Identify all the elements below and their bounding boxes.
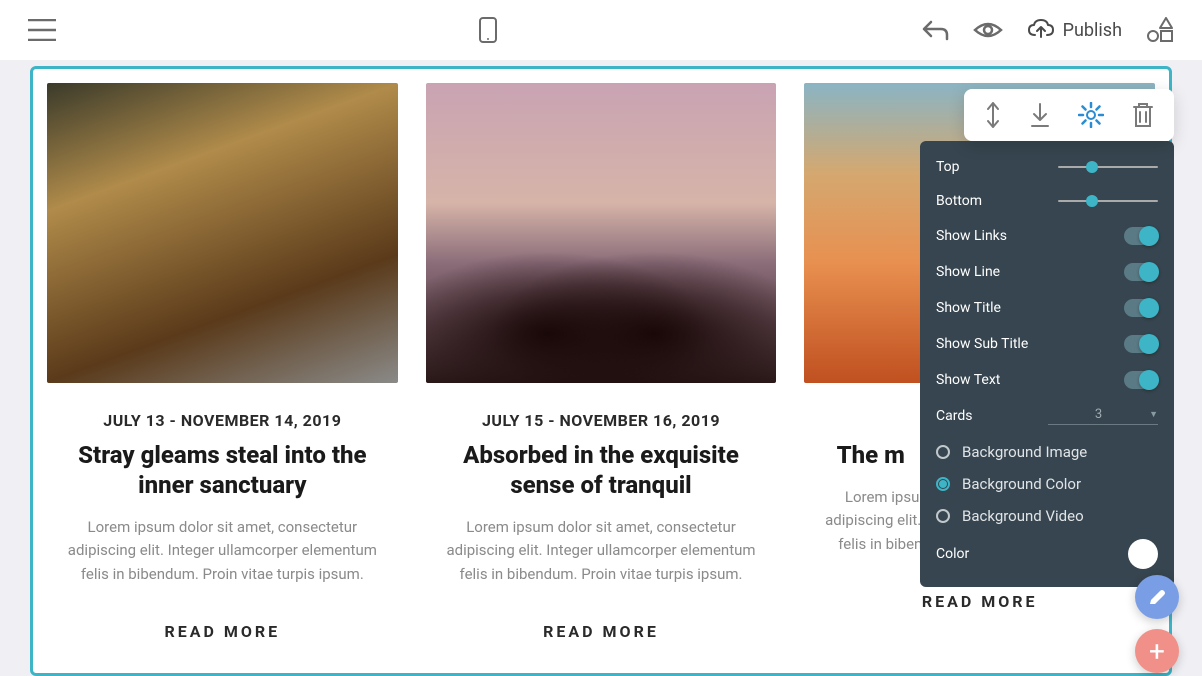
hamburger-icon[interactable] [28,19,56,41]
show-links-toggle[interactable] [1124,227,1158,245]
section-toolbar [964,89,1174,141]
toggle-label: Show Line [936,264,1000,280]
bg-image-radio[interactable]: Background Image [936,443,1158,461]
edit-fab[interactable] [1135,575,1179,619]
bg-video-radio[interactable]: Background Video [936,507,1158,525]
read-more-link[interactable]: READ MORE [57,622,388,641]
card-title: Absorbed in the exquisite sense of tranq… [436,440,767,500]
bottom-spacing-label: Bottom [936,193,982,209]
top-spacing-slider[interactable] [1058,166,1158,168]
show-title-toggle[interactable] [1124,299,1158,317]
show-text-toggle[interactable] [1124,371,1158,389]
cards-count-value: 3 [1048,407,1149,422]
radio-label: Background Image [962,443,1087,461]
settings-panel: Top Bottom Show Links Show Line Show Tit… [920,141,1174,587]
toggle-label: Show Title [936,300,1001,316]
move-vertical-icon[interactable] [984,101,1002,129]
top-spacing-label: Top [936,159,960,175]
bg-color-radio[interactable]: Background Color [936,475,1158,493]
bottom-spacing-slider[interactable] [1058,200,1158,202]
read-more-link[interactable]: READ MORE [436,622,767,641]
show-line-toggle[interactable] [1124,263,1158,281]
trash-icon[interactable] [1132,101,1154,129]
card-image [426,83,777,383]
card[interactable]: JULY 15 - NOVEMBER 16, 2019 Absorbed in … [426,83,777,641]
card-image [47,83,398,383]
color-swatch[interactable] [1128,539,1158,569]
topbar: Publish [0,0,1202,60]
card-text: Lorem ipsum dolor sit amet, consectetur … [57,516,388,586]
gear-icon[interactable] [1078,101,1104,129]
card-title: Stray gleams steal into the inner sanctu… [57,440,388,500]
chevron-down-icon: ▼ [1149,409,1158,420]
read-more-link[interactable]: READ MORE [814,592,1145,611]
undo-icon[interactable] [921,19,949,41]
toggle-label: Show Sub Title [936,336,1028,352]
preview-eye-icon[interactable] [973,20,1003,40]
shapes-icon[interactable] [1146,17,1174,43]
color-label: Color [936,546,969,562]
cards-label: Cards [936,408,972,424]
add-section-fab[interactable]: + [1135,629,1179,673]
radio-label: Background Color [962,475,1081,493]
toggle-label: Show Text [936,372,1000,388]
card-date: JULY 13 - NOVEMBER 14, 2019 [57,411,388,430]
editor-canvas: JULY 13 - NOVEMBER 14, 2019 Stray gleams… [30,66,1172,676]
device-mobile-icon[interactable] [479,17,497,43]
publish-label: Publish [1063,20,1122,41]
cards-count-select[interactable]: 3 ▼ [1048,407,1158,425]
toggle-label: Show Links [936,228,1007,244]
card[interactable]: JULY 13 - NOVEMBER 14, 2019 Stray gleams… [47,83,398,641]
card-date: JULY 15 - NOVEMBER 16, 2019 [436,411,767,430]
radio-label: Background Video [962,507,1084,525]
download-icon[interactable] [1030,101,1050,129]
show-subtitle-toggle[interactable] [1124,335,1158,353]
publish-button[interactable]: Publish [1027,19,1122,41]
card-text: Lorem ipsum dolor sit amet, consectetur … [436,516,767,586]
